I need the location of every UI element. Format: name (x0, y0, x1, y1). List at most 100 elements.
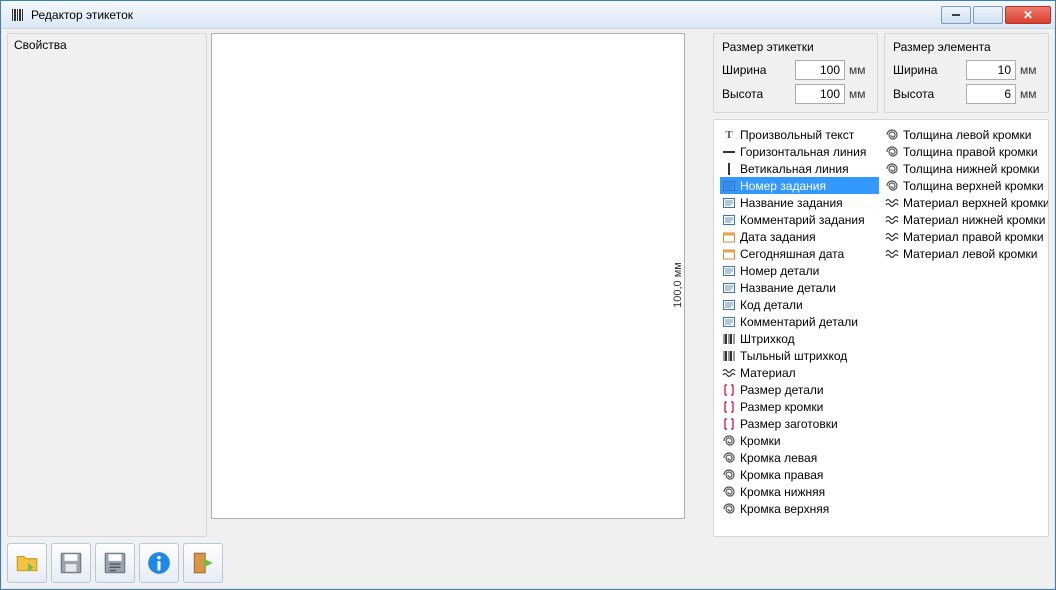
element-item-label: Комментарий задания (740, 213, 865, 227)
unit-mm: мм (849, 87, 869, 101)
element-item[interactable]: Дата задания (720, 228, 879, 245)
wave-icon (885, 230, 899, 244)
element-item-label: Код детали (740, 298, 803, 312)
element-item-label: Толщина нижней кромки (903, 162, 1040, 176)
element-item[interactable]: Размер детали (720, 381, 879, 398)
label-canvas[interactable] (211, 33, 685, 519)
element-item[interactable]: Штрихкод (720, 330, 879, 347)
wave-icon (885, 247, 899, 261)
hline-icon (722, 145, 736, 159)
element-item[interactable]: Материал (720, 364, 879, 381)
element-width-input[interactable] (966, 60, 1016, 80)
element-size-title: Размер элемента (893, 40, 1040, 54)
element-item[interactable]: Горизонтальная линия (720, 143, 879, 160)
element-size-group: Размер элемента Ширина мм Высота мм (884, 33, 1049, 113)
element-item[interactable]: Материал нижней кромки (883, 211, 1042, 228)
element-item[interactable]: Материал верхней кромки (883, 194, 1042, 211)
cal-icon (722, 230, 736, 244)
label-height-input[interactable] (795, 84, 845, 104)
label-width-input[interactable] (795, 60, 845, 80)
element-item[interactable]: Номер детали (720, 262, 879, 279)
element-item-label: Сегодняшная дата (740, 247, 844, 261)
text-icon: T (722, 128, 736, 142)
element-item[interactable]: Кромка правая (720, 466, 879, 483)
element-item[interactable]: Материал правой кромки (883, 228, 1042, 245)
label-size-title: Размер этикетки (722, 40, 869, 54)
element-item[interactable]: Материал левой кромки (883, 245, 1042, 262)
element-item[interactable]: Название задания (720, 194, 879, 211)
element-item[interactable]: Комментарий задания (720, 211, 879, 228)
element-item[interactable]: Кромка левая (720, 449, 879, 466)
element-item[interactable]: Кромка верхняя (720, 500, 879, 517)
element-item[interactable]: Толщина нижней кромки (883, 160, 1042, 177)
minimize-button[interactable] (941, 6, 971, 24)
elements-panel: TПроизвольный текстГоризонтальная линия В… (713, 119, 1049, 537)
element-item-label: Размер заготовки (740, 417, 838, 431)
element-item[interactable]: Толщина правой кромки (883, 143, 1042, 160)
element-item[interactable]: Размер кромки (720, 398, 879, 415)
element-item-label: Кромка верхняя (740, 502, 829, 516)
element-item-label: Материал правой кромки (903, 230, 1044, 244)
unit-mm: мм (849, 63, 869, 77)
element-item[interactable]: Размер заготовки (720, 415, 879, 432)
element-item[interactable]: TПроизвольный текст (720, 126, 879, 143)
element-item-label: Размер детали (740, 383, 824, 397)
cal-icon (722, 247, 736, 261)
label-size-group: Размер этикетки Ширина мм Высота мм (713, 33, 878, 113)
save-button[interactable] (51, 543, 91, 583)
bottom-toolbar (1, 543, 1055, 589)
element-item[interactable]: Код детали (720, 296, 879, 313)
element-item[interactable]: Сегодняшная дата (720, 245, 879, 262)
element-item[interactable]: Толщина верхней кромки (883, 177, 1042, 194)
element-item[interactable]: Кромка нижняя (720, 483, 879, 500)
client-area: Свойства 100,0 мм Размер этикетки Ширина… (1, 29, 1055, 543)
exit-button[interactable] (183, 543, 223, 583)
unit-mm: мм (1020, 63, 1040, 77)
element-item-label: Штрихкод (740, 332, 795, 346)
open-button[interactable] (7, 543, 47, 583)
properties-title: Свойства (8, 34, 206, 56)
bracket-icon (722, 400, 736, 414)
barcode-icon (722, 349, 736, 363)
size-row: Размер этикетки Ширина мм Высота мм Разм… (713, 33, 1049, 113)
element-item-label: Материал верхней кромки (903, 196, 1049, 210)
properties-body (8, 56, 206, 536)
close-button[interactable]: ✕ (1005, 6, 1051, 24)
element-item[interactable]: Ветикальная линия (720, 160, 879, 177)
barcode-icon (722, 332, 736, 346)
maximize-button[interactable] (973, 6, 1003, 24)
element-item[interactable]: Кромки (720, 432, 879, 449)
box-icon (722, 315, 736, 329)
element-item-label: Дата задания (740, 230, 816, 244)
element-item[interactable]: Тыльный штрихкод (720, 347, 879, 364)
element-height-label: Высота (893, 87, 962, 101)
element-item-label: Номер детали (740, 264, 819, 278)
element-item-label: Название задания (740, 196, 843, 210)
element-item-label: Толщина левой кромки (903, 128, 1031, 142)
window-title: Редактор этикеток (31, 8, 941, 22)
box-icon (722, 298, 736, 312)
element-item[interactable]: Номер задания (720, 177, 879, 194)
spiral-icon (722, 502, 736, 516)
element-item[interactable]: Толщина левой кромки (883, 126, 1042, 143)
spiral-icon (722, 451, 736, 465)
element-height-input[interactable] (966, 84, 1016, 104)
save-as-button[interactable] (95, 543, 135, 583)
element-item-label: Материал нижней кромки (903, 213, 1045, 227)
element-item-label: Материал левой кромки (903, 247, 1037, 261)
element-item[interactable]: Название детали (720, 279, 879, 296)
box-icon (722, 281, 736, 295)
box-icon (722, 264, 736, 278)
info-button[interactable] (139, 543, 179, 583)
element-item-label: Комментарий детали (740, 315, 858, 329)
canvas-area: 100,0 мм (211, 33, 709, 537)
unit-mm: мм (1020, 87, 1040, 101)
elements-list-right: Толщина левой кромкиТолщина правой кромк… (883, 126, 1042, 517)
element-item-label: Ветикальная линия (740, 162, 849, 176)
element-item-label: Кромка левая (740, 451, 817, 465)
element-item[interactable]: Комментарий детали (720, 313, 879, 330)
ruler-vertical: 100,0 мм (672, 262, 684, 308)
element-item-label: Размер кромки (740, 400, 823, 414)
elements-list-left: TПроизвольный текстГоризонтальная линия В… (720, 126, 879, 517)
label-height-label: Высота (722, 87, 791, 101)
